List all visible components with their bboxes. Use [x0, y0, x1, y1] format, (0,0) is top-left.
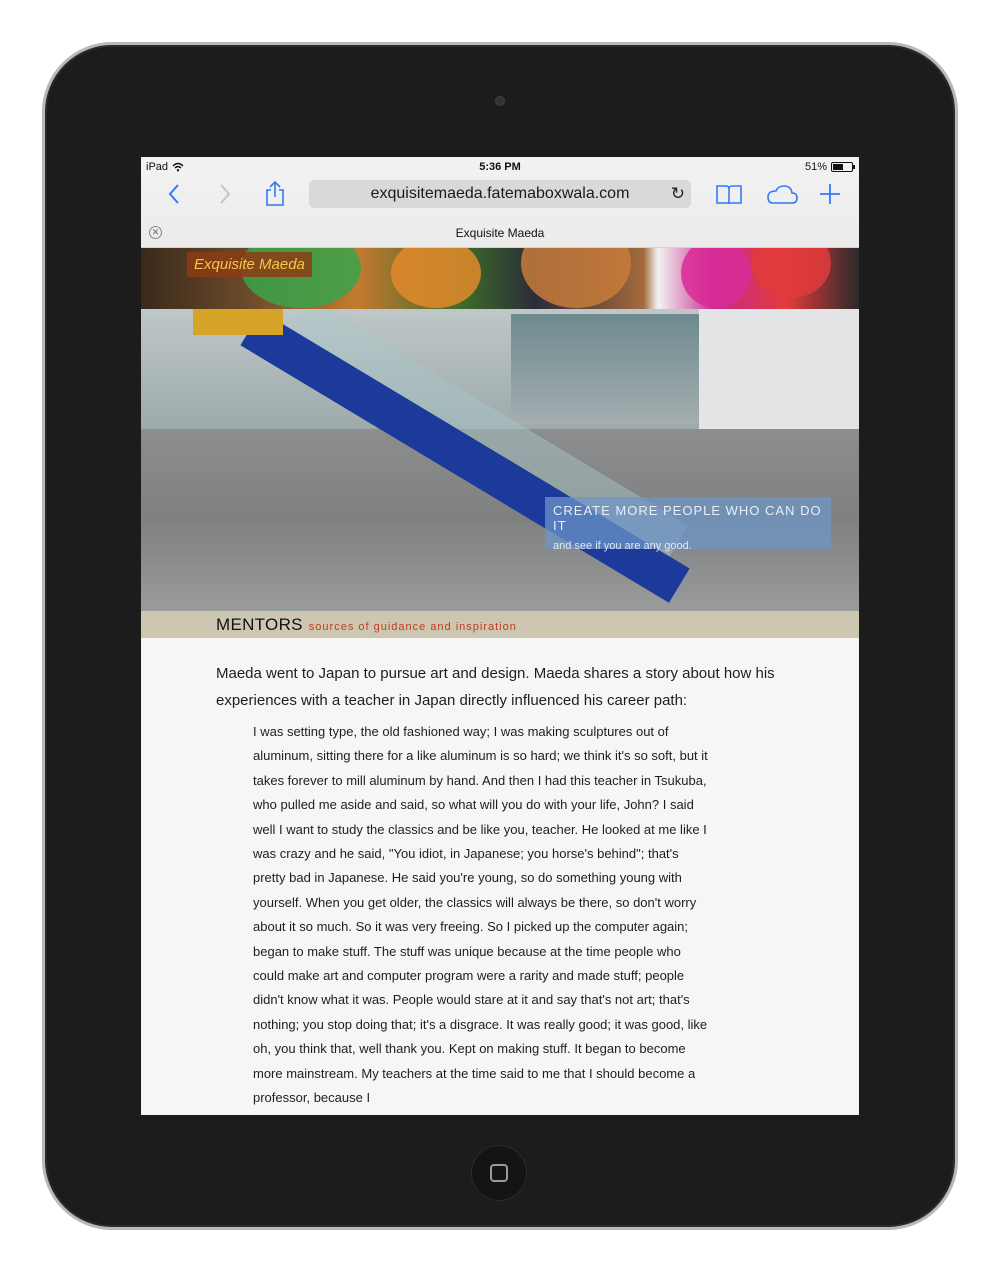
status-bar: iPad 5:36 PM 51%	[141, 157, 859, 177]
chevron-right-icon	[220, 184, 231, 204]
new-tab-button[interactable]	[815, 180, 845, 208]
forward-button[interactable]	[210, 180, 240, 208]
icloud-tabs-button[interactable]	[762, 180, 802, 208]
bookmarks-button[interactable]	[714, 180, 744, 208]
article-quote: I was setting type, the old fashioned wa…	[253, 724, 708, 1106]
browser-toolbar: exquisitemaeda.fatemaboxwala.com ↻	[141, 177, 859, 211]
chevron-left-icon	[168, 184, 179, 204]
section-subtitle: sources of guidance and inspiration	[308, 621, 517, 633]
front-camera	[495, 96, 505, 106]
share-icon	[266, 181, 284, 206]
battery-icon	[831, 162, 855, 172]
screen: iPad 5:36 PM 51% exquisitemaeda.fatemabo…	[141, 157, 859, 1115]
home-button[interactable]	[471, 1145, 527, 1201]
back-button[interactable]	[159, 180, 189, 208]
section-title: MENTORS	[216, 615, 303, 634]
banner-art	[681, 248, 751, 308]
site-logo[interactable]: Exquisite Maeda	[187, 252, 312, 277]
site-banner: Exquisite Maeda	[141, 248, 859, 309]
hero-caption: CREATE MORE PEOPLE WHO CAN DO IT and see…	[545, 497, 831, 552]
hero-image: CREATE MORE PEOPLE WHO CAN DO IT and see…	[141, 309, 859, 611]
status-time: 5:36 PM	[479, 161, 521, 173]
book-icon	[716, 185, 742, 205]
article-body: Maeda went to Japan to pursue art and de…	[216, 660, 806, 1111]
banner-art	[391, 248, 481, 308]
cloud-icon	[767, 185, 798, 204]
home-button-icon	[490, 1164, 508, 1182]
url-field[interactable]: exquisitemaeda.fatemaboxwala.com ↻	[309, 180, 691, 208]
share-button[interactable]	[260, 180, 290, 208]
reload-icon[interactable]: ↻	[671, 184, 685, 204]
banner-art	[751, 248, 831, 298]
hero-caption-title: CREATE MORE PEOPLE WHO CAN DO IT	[553, 503, 822, 533]
url-text: exquisitemaeda.fatemaboxwala.com	[370, 185, 630, 202]
battery-percent: 51%	[804, 161, 827, 173]
banner-art	[521, 248, 631, 308]
section-header: MENTORS sources of guidance and inspirat…	[141, 611, 859, 638]
status-right: 51%	[804, 161, 855, 173]
tab-bar: ✕ Exquisite Maeda	[141, 221, 859, 247]
article-intro: Maeda went to Japan to pursue art and de…	[216, 665, 775, 709]
tab-title[interactable]: Exquisite Maeda	[141, 226, 859, 240]
browser-chrome: iPad 5:36 PM 51% exquisitemaeda.fatemabo…	[141, 157, 859, 248]
plus-icon	[820, 184, 840, 204]
hero-caption-subtitle: and see if you are any good.	[553, 540, 692, 552]
